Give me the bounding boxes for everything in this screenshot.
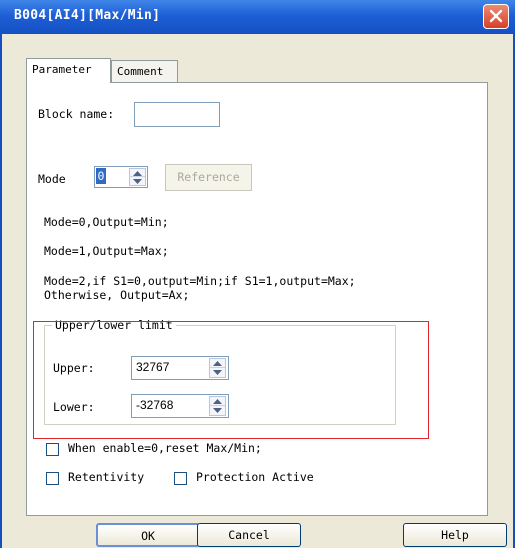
close-icon [489,9,503,23]
desc-mode0: Mode=0,Output=Min; [44,215,169,229]
mode-spin-buttons[interactable] [129,168,146,186]
retentivity-checkbox[interactable] [46,472,59,485]
desc-mode2: Mode=2,if S1=0,output=Min;if S1=1,output… [44,274,356,288]
mode-value[interactable]: 0 [96,168,106,184]
tab-parameter[interactable]: Parameter [26,58,111,83]
cancel-button[interactable]: Cancel [197,523,301,547]
retentivity-label: Retentivity [68,470,145,484]
help-button[interactable]: Help [403,523,507,547]
desc-mode2-otherwise: Otherwise, Output=Ax; [44,288,190,302]
highlight-box [33,321,429,439]
protection-checkbox[interactable] [174,472,187,485]
protection-label: Protection Active [196,470,314,484]
mode-stepper[interactable]: 0 [94,166,148,188]
arrow-down-icon [133,179,142,184]
mode-label: Mode [38,172,66,186]
ok-button[interactable]: OK [96,523,200,547]
reference-button[interactable]: Reference [165,164,252,191]
tab-comment[interactable]: Comment [111,60,178,82]
reset-checkbox[interactable] [46,443,59,456]
window-title: B004[AI4][Max/Min] [14,8,161,23]
desc-mode1: Mode=1,Output=Max; [44,244,169,258]
reset-label: When enable=0,reset Max/Min; [68,441,262,455]
block-name-input[interactable] [134,102,220,127]
spin-up-button[interactable] [130,169,145,177]
close-button[interactable] [483,4,509,29]
spin-down-button[interactable] [130,177,145,185]
block-name-label: Block name: [38,107,115,121]
arrow-up-icon [133,171,142,176]
